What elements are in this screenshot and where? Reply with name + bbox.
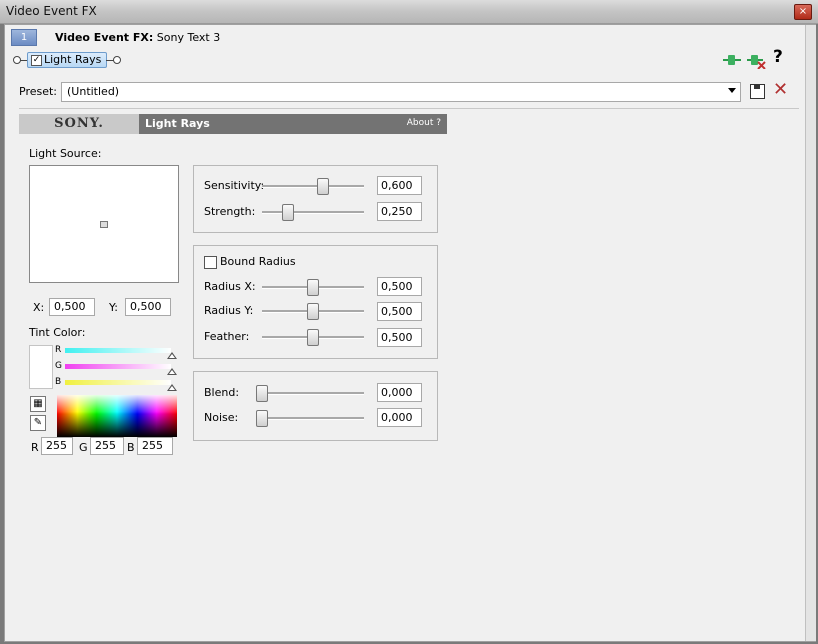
plugin-header: SONY. Light Rays About ?: [19, 114, 447, 134]
feather-input[interactable]: 0,500: [377, 328, 422, 347]
green-slider-handle[interactable]: [167, 368, 177, 375]
noise-input[interactable]: 0,000: [377, 408, 422, 427]
strength-label: Strength:: [204, 205, 256, 218]
radius-x-input[interactable]: 0,500: [377, 277, 422, 296]
plugin-label: Light Rays: [44, 53, 102, 66]
radius-x-label: Radius X:: [204, 280, 256, 293]
sensitivity-thumb[interactable]: [317, 178, 330, 195]
tint-swatch[interactable]: [29, 345, 53, 389]
remove-plugin-icon[interactable]: [747, 53, 767, 69]
y-input[interactable]: 0,500: [125, 298, 171, 316]
b-input[interactable]: 255: [137, 437, 173, 455]
channel-b-label: B: [55, 377, 62, 387]
blend-track[interactable]: [262, 392, 364, 395]
r-label: R: [31, 441, 39, 454]
noise-thumb[interactable]: [256, 410, 268, 427]
sensitivity-group: Sensitivity: 0,600 Strength: 0,250: [193, 165, 438, 233]
bound-radius-group: Bound Radius Radius X: 0,500 Radius Y: 0…: [193, 245, 438, 359]
g-label: G: [79, 441, 88, 454]
about-link[interactable]: About ?: [407, 118, 441, 128]
noise-label: Noise:: [204, 411, 239, 424]
sensitivity-track[interactable]: [262, 185, 364, 188]
fx-name: Sony Text 3: [156, 31, 221, 44]
noise-track[interactable]: [262, 417, 364, 420]
r-input[interactable]: 255: [41, 437, 73, 455]
fx-label: Video Event FX:: [55, 31, 154, 44]
help-icon[interactable]: ?: [773, 49, 783, 66]
radius-y-input[interactable]: 0,500: [377, 302, 422, 321]
divider: [19, 108, 799, 109]
light-source-handle[interactable]: [100, 221, 108, 228]
feather-label: Feather:: [204, 330, 250, 343]
sony-logo: SONY.: [19, 114, 139, 134]
color-spectrum[interactable]: [57, 395, 177, 437]
strength-input[interactable]: 0,250: [377, 202, 422, 221]
bound-radius-checkbox[interactable]: [204, 256, 217, 269]
delete-preset-icon[interactable]: ✕: [773, 79, 788, 100]
blend-thumb[interactable]: [256, 385, 268, 402]
g-input[interactable]: 255: [90, 437, 124, 455]
feather-thumb[interactable]: [307, 329, 319, 346]
x-label: X:: [33, 301, 45, 314]
sensitivity-input[interactable]: 0,600: [377, 176, 422, 195]
window-title: Video Event FX: [6, 4, 97, 18]
plugin-title: Light Rays: [145, 117, 210, 130]
blue-ramp[interactable]: [65, 380, 171, 385]
title-bar[interactable]: Video Event FX ×: [0, 0, 818, 24]
chain-end-node: [113, 56, 121, 64]
blue-slider-handle[interactable]: [167, 384, 177, 391]
color-picker-icon[interactable]: ▦: [30, 396, 46, 412]
light-source-pad[interactable]: [29, 165, 179, 283]
strength-thumb[interactable]: [281, 204, 294, 221]
preset-label: Preset:: [19, 85, 58, 98]
tint-color-label: Tint Color:: [29, 326, 86, 339]
fx-title: Video Event FX: Sony Text 3: [55, 31, 220, 44]
sensitivity-label: Sensitivity:: [204, 179, 265, 192]
light-source-label: Light Source:: [29, 147, 102, 160]
radius-y-label: Radius Y:: [204, 304, 254, 317]
vertical-scrollbar[interactable]: [805, 25, 816, 641]
red-ramp[interactable]: [65, 348, 171, 353]
preset-dropdown[interactable]: (Untitled): [61, 82, 741, 102]
green-ramp[interactable]: [65, 364, 171, 369]
chevron-down-icon[interactable]: [728, 88, 736, 93]
save-preset-icon[interactable]: [750, 84, 765, 99]
plugin-enable-checkbox[interactable]: ✓: [31, 55, 42, 66]
radius-x-thumb[interactable]: [307, 279, 319, 296]
video-event-fx-window: Video Event FX × 1 Video Event FX: Sony …: [0, 0, 818, 644]
blend-label: Blend:: [204, 386, 240, 399]
channel-g-label: G: [55, 361, 62, 371]
event-tab[interactable]: 1: [11, 29, 37, 46]
plugin-chain-bar: 1 Video Event FX: Sony Text 3 ✓ Light Ra…: [5, 25, 805, 69]
strength-track[interactable]: [262, 211, 364, 214]
b-label: B: [127, 441, 135, 454]
close-button[interactable]: ×: [794, 4, 812, 20]
x-input[interactable]: 0,500: [49, 298, 95, 316]
blend-input[interactable]: 0,000: [377, 383, 422, 402]
channel-r-label: R: [55, 345, 62, 355]
red-slider-handle[interactable]: [167, 352, 177, 359]
blend-noise-group: Blend: 0,000 Noise: 0,000: [193, 371, 438, 441]
bound-radius-label: Bound Radius: [220, 255, 296, 268]
y-label: Y:: [109, 301, 118, 314]
plugin-light-rays-button[interactable]: ✓ Light Rays: [27, 52, 107, 68]
fx-panel: 1 Video Event FX: Sony Text 3 ✓ Light Ra…: [4, 24, 816, 642]
plugin-chain-icon[interactable]: [723, 53, 741, 67]
radius-y-thumb[interactable]: [307, 303, 319, 320]
eyedropper-icon[interactable]: ✎: [30, 415, 46, 431]
preset-value: (Untitled): [67, 85, 120, 98]
